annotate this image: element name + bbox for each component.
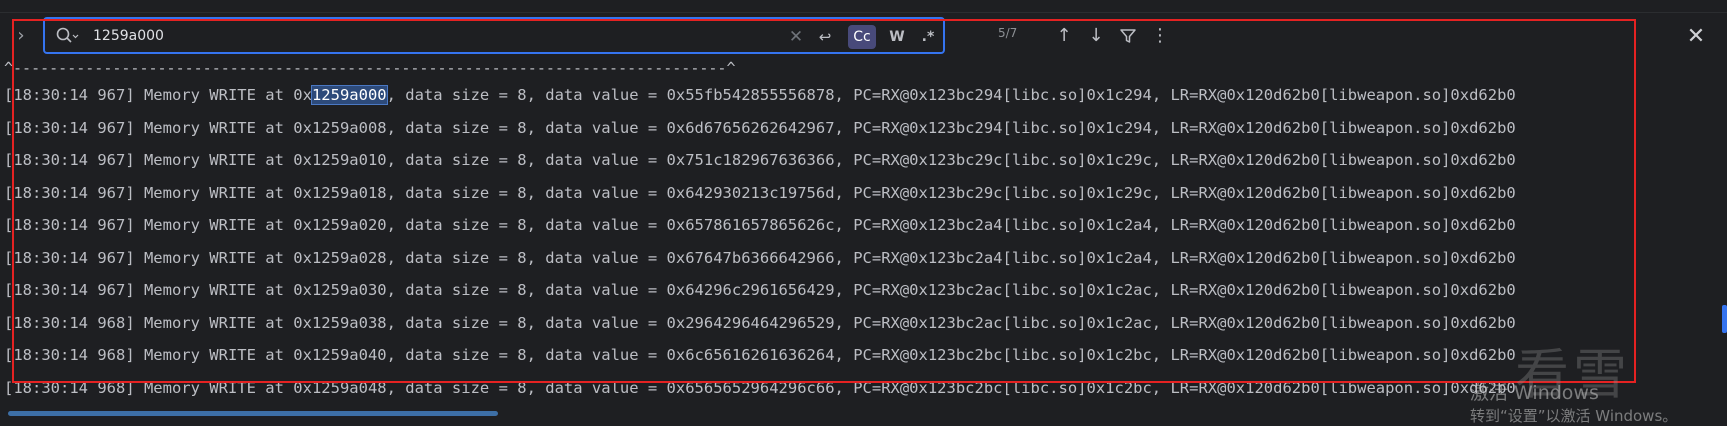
log-text: [18:30:14 967] Memory WRITE at 0x1259a03… (4, 281, 1516, 299)
log-line: [18:30:14 967] Memory WRITE at 0x1259a02… (4, 242, 1704, 275)
log-text: [18:30:14 967] Memory WRITE at 0x1259a01… (4, 151, 1516, 169)
chevron-right-icon[interactable]: › (10, 22, 32, 50)
search-input[interactable] (93, 23, 793, 49)
console-output: › ✕ ↩ Cc W .* 5/7 ↑ ↓ ⋮ ✕ ^-------------… (0, 0, 1727, 425)
filter-icon[interactable] (1115, 23, 1141, 49)
whole-word-button[interactable]: W (884, 25, 910, 49)
log-text: [18:30:14 967] Memory WRITE at 0x1259a02… (4, 216, 1516, 234)
vertical-scrollbar-marker[interactable] (1722, 305, 1727, 333)
log-text: [18:30:14 967] Memory WRITE at 0x1259a02… (4, 248, 1516, 267)
clear-icon[interactable]: ✕ (786, 25, 806, 49)
top-divider (0, 0, 1727, 13)
log-line: [18:30:14 967] Memory WRITE at 0x1259a02… (4, 209, 1704, 242)
caret-line: ^---------------------------------------… (4, 59, 736, 77)
search-bar: ✕ ↩ Cc W .* (43, 17, 945, 54)
log-line: [18:30:14 968] Memory WRITE at 0x1259a03… (4, 307, 1704, 340)
log-line: [18:30:14 968] Memory WRITE at 0x1259a04… (4, 372, 1704, 405)
log-text: [18:30:14 967] Memory WRITE at 0x (4, 86, 312, 104)
newline-icon[interactable]: ↩ (812, 25, 838, 49)
search-match-highlight: 1259a000 (310, 85, 388, 105)
activate-windows-title: 激活 Windows (1470, 382, 1599, 404)
log-list: [18:30:14 967] Memory WRITE at 0x1259a00… (4, 79, 1704, 404)
activate-windows-subtitle: 转到“设置”以激活 Windows。 (1470, 407, 1678, 425)
log-line: [18:30:14 967] Memory WRITE at 0x1259a00… (4, 112, 1704, 145)
log-line: [18:30:14 967] Memory WRITE at 0x1259a01… (4, 144, 1704, 177)
log-text: , data size = 8, data value = 0x55fb5428… (386, 86, 1516, 104)
log-text: [18:30:14 968] Memory WRITE at 0x1259a04… (4, 346, 1516, 364)
horizontal-scrollbar[interactable] (8, 411, 498, 416)
search-icon[interactable] (55, 26, 79, 46)
more-vertical-icon[interactable]: ⋮ (1147, 23, 1173, 49)
arrow-up-icon[interactable]: ↑ (1051, 23, 1077, 49)
log-line: [18:30:14 967] Memory WRITE at 0x1259a00… (4, 79, 1704, 112)
log-text: [18:30:14 967] Memory WRITE at 0x1259a00… (4, 118, 1516, 137)
arrow-down-icon[interactable]: ↓ (1083, 23, 1109, 49)
log-line: [18:30:14 968] Memory WRITE at 0x1259a04… (4, 339, 1704, 372)
log-lines: ^---------------------------------------… (4, 57, 1704, 404)
log-text: [18:30:14 967] Memory WRITE at 0x1259a01… (4, 183, 1516, 202)
log-line: [18:30:14 967] Memory WRITE at 0x1259a03… (4, 274, 1704, 307)
match-case-button[interactable]: Cc (848, 25, 876, 49)
log-text: [18:30:14 968] Memory WRITE at 0x1259a04… (4, 378, 1516, 397)
log-text: [18:30:14 968] Memory WRITE at 0x1259a03… (4, 313, 1516, 332)
close-icon[interactable]: ✕ (1681, 22, 1711, 52)
match-count: 5/7 (998, 26, 1018, 40)
log-line: [18:30:14 967] Memory WRITE at 0x1259a01… (4, 177, 1704, 210)
regex-button[interactable]: .* (915, 25, 941, 49)
